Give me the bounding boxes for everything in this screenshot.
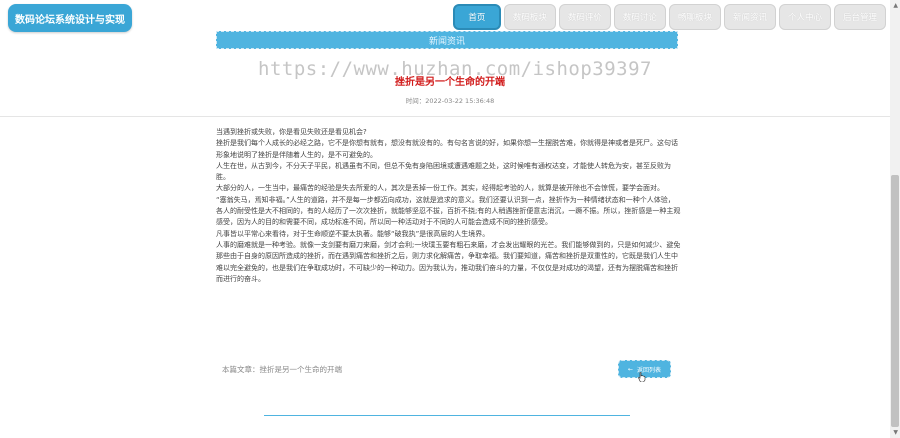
article-paragraph: 挫折是我们每个人成长的必经之路，它不是你想有就有，想没有就没有的。有句名言说的好… xyxy=(216,139,678,159)
article-paragraph: 人事的磨难就是一种考验。就像一支剑要有磨刀来磨，剑才会利;一块璞玉要有粗石来磨，… xyxy=(216,240,681,283)
main-nav: 首页 数码板块 数码评价 数码讨论 畅聊板块 新闻资讯 个人中心 后台管理 xyxy=(452,4,886,30)
arrow-left-icon: ← xyxy=(627,365,633,373)
vertical-scrollbar[interactable]: ▲ ▼ xyxy=(890,0,900,438)
site-logo[interactable]: 数码论坛系统设计与实现 xyxy=(8,4,132,32)
article-paragraph: 人生在世，从古到今，不分天子平民，机遇虽有不同，但总不免有身陷困境或遭遇难题之处… xyxy=(216,161,671,182)
current-article-label[interactable]: 本篇文章：挫折是另一个生命的开端 xyxy=(222,364,342,375)
article-paragraph: 大部分的人，一生当中，最痛苦的经验是失去所爱的人，其次是丢掉一份工作。其实，经得… xyxy=(216,184,664,193)
scrollbar-thumb[interactable] xyxy=(891,175,899,427)
scroll-up-icon[interactable]: ▲ xyxy=(893,2,898,9)
nav-item-admin[interactable]: 后台管理 xyxy=(833,4,886,30)
article-paragraph: “塞翁失马，焉知非福。”人生的道路，并不是每一步都迈向成功，这就是追求的意义。我… xyxy=(216,195,681,227)
scroll-down-icon[interactable]: ▼ xyxy=(893,429,898,436)
nav-item-news[interactable]: 新闻资讯 xyxy=(723,4,776,30)
nav-item-home[interactable]: 首页 xyxy=(452,4,501,30)
article-content: 当遇到挫折或失败，你是看见失败还是看见机会? 挫折是我们每个人成长的必经之路，它… xyxy=(216,127,681,285)
nav-item-chat-board[interactable]: 畅聊板块 xyxy=(668,4,721,30)
article-paragraph: 凡事皆以平常心来看待，对于生命顺逆不要太执著。能够“破我执”是很高层的人生境界。 xyxy=(216,229,490,238)
nav-item-user-center[interactable]: 个人中心 xyxy=(778,4,831,30)
nav-item-digital-board[interactable]: 数码板块 xyxy=(503,4,556,30)
section-title-bar: 新闻资讯 xyxy=(216,31,678,49)
footer-line xyxy=(264,415,630,416)
nav-item-digital-review[interactable]: 数码评价 xyxy=(558,4,611,30)
nav-item-digital-discussion[interactable]: 数码讨论 xyxy=(613,4,666,30)
article-paragraph: 当遇到挫折或失败，你是看见失败还是看见机会? xyxy=(216,128,367,136)
article-title: 挫折是另一个生命的开端 xyxy=(395,77,505,88)
hand-cursor-icon xyxy=(638,372,646,382)
article-time: 时间：2022-03-22 15:36:48 xyxy=(405,97,495,105)
divider xyxy=(0,116,890,117)
